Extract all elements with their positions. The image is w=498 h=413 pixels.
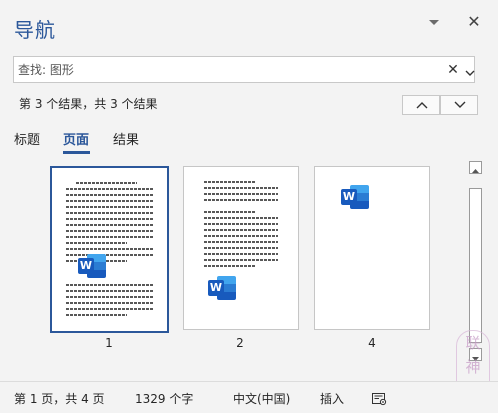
clear-search-button[interactable]: ✕ bbox=[446, 62, 460, 78]
word-icon: W bbox=[78, 252, 106, 280]
page-number: 1 bbox=[105, 336, 113, 350]
tab-pages[interactable]: 页面 bbox=[63, 129, 89, 148]
previous-result-button[interactable] bbox=[402, 95, 440, 115]
page-number: 2 bbox=[236, 336, 244, 350]
triangle-up-icon bbox=[472, 169, 479, 173]
search-options-button[interactable] bbox=[465, 64, 475, 76]
pane-options-button[interactable] bbox=[426, 14, 442, 30]
word-icon: W bbox=[341, 183, 369, 211]
result-count: 第 3 个结果，共 3 个结果 bbox=[19, 97, 158, 111]
close-pane-button[interactable]: ✕ bbox=[466, 13, 482, 31]
pane-title: 导航 bbox=[14, 18, 56, 42]
focus-mode-icon bbox=[372, 393, 387, 406]
page-text-lines bbox=[204, 181, 278, 271]
scroll-up-button[interactable] bbox=[469, 161, 482, 174]
page-count-status[interactable]: 第 1 页，共 4 页 bbox=[14, 390, 105, 407]
page-number: 4 bbox=[368, 336, 376, 350]
page-thumbnail-4[interactable]: W bbox=[314, 166, 430, 330]
page-thumbnail-2[interactable]: W bbox=[183, 166, 299, 330]
search-box: ✕ bbox=[13, 56, 475, 83]
close-icon: ✕ bbox=[467, 12, 481, 31]
search-input[interactable] bbox=[18, 60, 438, 79]
scroll-thumb[interactable] bbox=[469, 188, 482, 343]
page-text-lines bbox=[66, 284, 153, 320]
page-thumbnail-1[interactable]: W bbox=[50, 166, 169, 333]
word-icon: W bbox=[208, 274, 236, 302]
focus-mode-button[interactable] bbox=[372, 391, 387, 406]
triangle-down-icon bbox=[429, 20, 439, 25]
insert-mode-status[interactable]: 插入 bbox=[320, 390, 344, 407]
next-result-button[interactable] bbox=[440, 95, 478, 115]
tab-headings[interactable]: 标题 bbox=[14, 129, 40, 148]
tab-results[interactable]: 结果 bbox=[113, 129, 139, 148]
close-icon: ✕ bbox=[447, 62, 459, 78]
active-tab-indicator bbox=[63, 151, 90, 154]
language-status[interactable]: 中文(中国) bbox=[233, 390, 290, 407]
chevron-down-icon bbox=[454, 101, 466, 108]
chevron-up-icon bbox=[416, 102, 428, 109]
status-bar: 第 1 页，共 4 页 1329 个字 中文(中国) 插入 bbox=[0, 381, 498, 413]
chevron-down-icon bbox=[465, 70, 475, 76]
word-count-status[interactable]: 1329 个字 bbox=[135, 390, 193, 407]
